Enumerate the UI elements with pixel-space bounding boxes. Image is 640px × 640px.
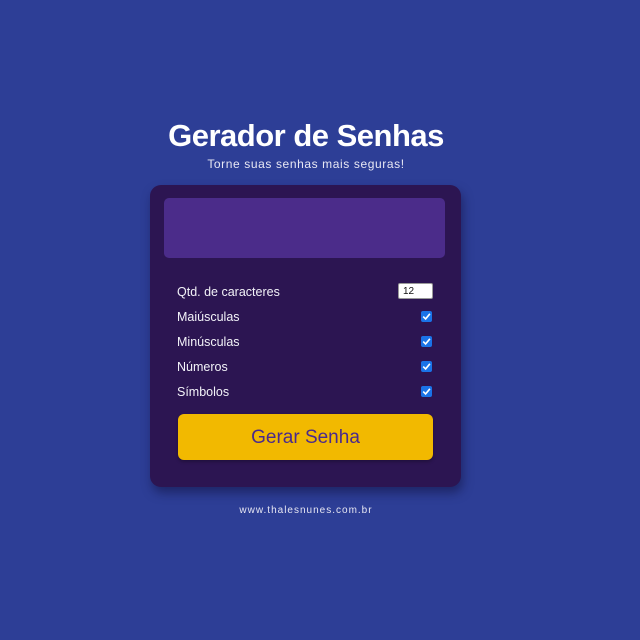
- generator-card: Qtd. de caracteres Maiúsculas Minúsculas…: [150, 185, 461, 487]
- option-uppercase-row: Maiúsculas: [177, 308, 433, 326]
- option-numbers-label: Números: [177, 360, 228, 374]
- footer-website-link[interactable]: www.thalesnunes.com.br: [0, 505, 612, 516]
- option-lowercase-label: Minúsculas: [177, 335, 240, 349]
- option-lowercase-row: Minúsculas: [177, 333, 433, 351]
- length-label: Qtd. de caracteres: [177, 285, 280, 299]
- check-icon: [422, 363, 431, 371]
- lowercase-checkbox[interactable]: [421, 336, 432, 347]
- length-input[interactable]: [398, 283, 433, 299]
- option-symbols-label: Símbolos: [177, 385, 230, 399]
- generate-password-button[interactable]: Gerar Senha: [178, 414, 433, 460]
- symbols-checkbox[interactable]: [421, 386, 432, 397]
- option-numbers-row: Números: [177, 358, 433, 376]
- uppercase-checkbox[interactable]: [421, 311, 432, 322]
- password-display[interactable]: [164, 198, 445, 258]
- check-icon: [422, 338, 431, 346]
- length-row: Qtd. de caracteres: [177, 283, 433, 301]
- option-symbols-row: Símbolos: [177, 383, 433, 401]
- check-icon: [422, 313, 431, 321]
- check-icon: [422, 388, 431, 396]
- numbers-checkbox[interactable]: [421, 361, 432, 372]
- page-title: Gerador de Senhas: [168, 118, 444, 153]
- page-subtitle: Torne suas senhas mais seguras!: [207, 157, 405, 171]
- option-uppercase-label: Maiúsculas: [177, 310, 240, 324]
